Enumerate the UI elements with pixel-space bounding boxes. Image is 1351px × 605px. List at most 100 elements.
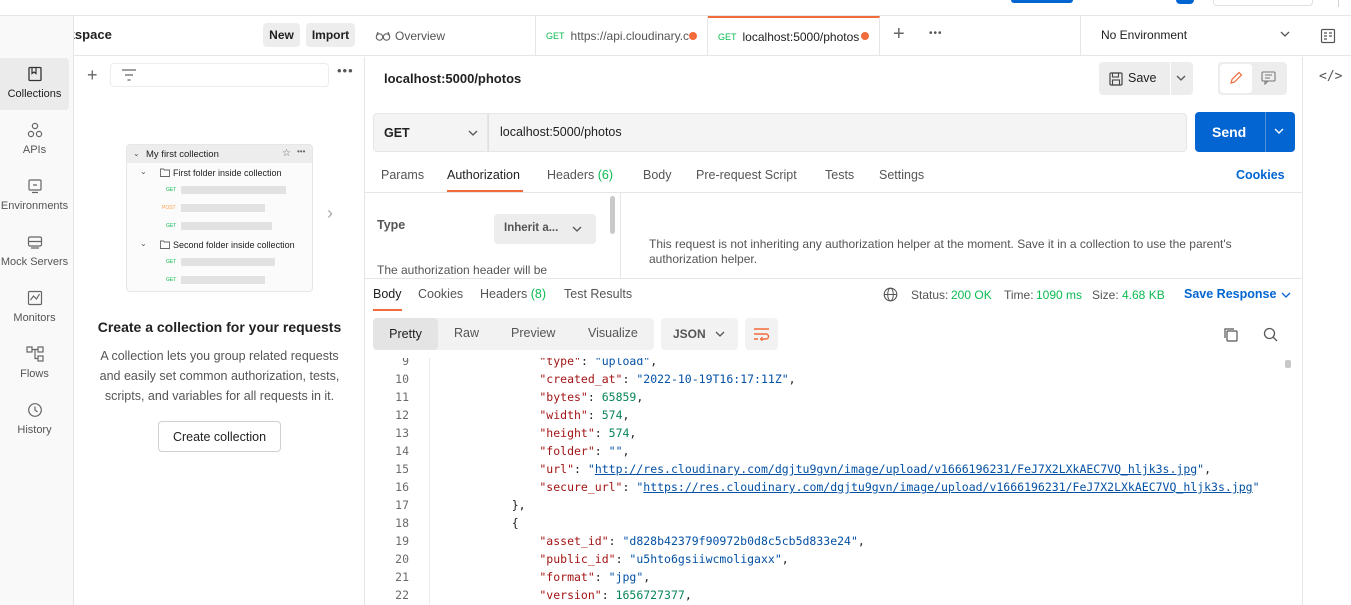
save-label: Save [1128,71,1157,85]
environment-select[interactable]: No Environment [1081,16,1302,56]
view-visualize[interactable]: Visualize [588,326,638,340]
environment-quick-look-icon[interactable] [1320,28,1336,44]
view-pretty[interactable]: Pretty [373,318,438,350]
tab-params[interactable]: Params [381,168,424,182]
code-line: 19 "asset_id": "d828b42379f90972b0d8c5cb… [365,534,1265,552]
apis-icon [27,122,42,138]
code-token: 65859 [601,390,637,404]
overview-icon [375,31,391,41]
response-tab-headers[interactable]: Headers (8) [480,287,546,301]
tab-body[interactable]: Body [643,168,672,182]
search-icon[interactable] [1263,327,1278,342]
rail-item-monitors[interactable]: Monitors [0,282,69,334]
tab-localhost-photos[interactable]: GET localhost:5000/photos [708,16,880,56]
code-token: : [594,570,609,584]
tab-tests[interactable]: Tests [825,168,854,182]
response-tab-cookies[interactable]: Cookies [418,287,463,301]
tab-pre-request-script[interactable]: Pre-request Script [696,168,797,182]
more-tabs-icon[interactable]: ••• [929,28,943,39]
copy-icon[interactable] [1223,327,1238,342]
star-icon: ☆ [282,148,291,159]
response-tab-test-results[interactable]: Test Results [564,287,632,301]
code-token: : [615,552,630,566]
tab-cloudinary[interactable]: GET https://api.cloudinary.c [536,16,708,56]
tab-headers[interactable]: Headers (6) [547,168,613,182]
code-text: "url": "http://res.cloudinary.com/dgjtu9… [484,462,1211,476]
code-token: "format" [484,570,595,584]
rail-item-mock-servers[interactable]: Mock Servers [0,226,69,278]
chevron-down-icon[interactable] [1274,128,1284,135]
tab-authorization[interactable]: Authorization [447,168,520,182]
view-raw[interactable]: Raw [454,326,479,340]
method-get: GET [166,259,177,265]
tab-settings[interactable]: Settings [879,168,924,182]
rail-item-history[interactable]: History [0,394,69,446]
header-search-partial[interactable] [1213,0,1313,6]
code-link[interactable]: https://res.cloudinary.com/dgjtu9gvn/ima… [643,480,1252,494]
view-preview[interactable]: Preview [511,326,555,340]
add-collection-icon[interactable]: + [87,66,98,84]
tab-headers-label: Headers [547,168,595,182]
cookies-link[interactable]: Cookies [1236,168,1285,182]
tab-overview[interactable]: Overview [365,16,536,56]
more-options-icon[interactable]: ••• [337,63,354,78]
view-switcher: Pretty Raw Preview Visualize [373,318,654,350]
code-snippet-icon[interactable]: </> [1319,69,1342,84]
response-body-code[interactable]: 9 "type": "upload", 10 "created_at": "202… [365,358,1281,605]
code-token: "height" [484,426,595,440]
collections-search-input[interactable] [110,63,329,87]
placeholder-bar [181,186,286,194]
create-collection-button[interactable]: Create collection [158,421,281,452]
new-tab-button[interactable]: + [893,24,905,44]
globe-icon[interactable] [883,287,898,302]
response-tab-body[interactable]: Body [373,287,402,301]
code-token: "asset_id" [484,534,609,548]
folder-icon [160,240,170,249]
request-name[interactable]: localhost:5000/photos [384,71,521,86]
illustration-folder-2: Second folder inside collection [173,240,295,250]
code-token: , [629,426,637,440]
code-token: "upload" [594,358,651,368]
comment-icon[interactable] [1261,71,1276,85]
chevron-down-icon: ⌄ [140,239,147,248]
avatar[interactable] [1176,0,1194,4]
line-number: 21 [395,570,409,584]
rail-item-environments[interactable]: Environments [0,170,69,222]
unsaved-dot [689,32,697,40]
url-input[interactable]: localhost:5000/photos [488,113,1187,152]
mock-servers-icon [27,236,42,249]
rail-item-apis[interactable]: APIs [0,114,69,166]
code-text: "type": "upload", [484,358,657,368]
code-token: "secure_url" [484,480,623,494]
edit-mode-button[interactable] [1220,64,1252,93]
rail-item-collections[interactable]: Collections [0,58,69,110]
code-token: "type" [484,358,581,368]
code-token: , [622,408,630,422]
rail-label: Mock Servers [0,256,69,268]
code-token: : [622,372,637,386]
code-link[interactable]: http://res.cloudinary.com/dgjtu9gvn/imag… [595,462,1197,476]
format-select[interactable]: JSON [661,318,738,350]
wrap-lines-button[interactable] [745,318,778,350]
code-token: "width" [484,408,588,422]
code-scrollbar[interactable] [1285,360,1291,368]
header-button-partial[interactable] [1011,0,1073,3]
collection-illustration: My first collection ⌄ ☆ ••• ⌄ First fold… [126,144,313,292]
save-response-button[interactable]: Save Response [1184,287,1294,303]
more-icon: ••• [297,147,306,156]
auth-scrollbar[interactable] [610,196,615,234]
send-button[interactable]: Send [1195,112,1295,152]
new-button[interactable]: New [263,23,300,47]
save-button[interactable]: Save [1099,62,1193,95]
code-token: , [622,444,630,458]
auth-message: This request is not inheriting any autho… [649,237,1232,266]
code-token: "u5hto6gsiiwcmoligaxx" [629,552,782,566]
code-token: , [650,358,658,368]
method-select[interactable]: GET [373,113,488,152]
auth-type-select[interactable]: Inherit a... [494,214,596,244]
rail-item-flows[interactable]: Flows [0,338,69,390]
chevron-down-icon [1280,31,1290,37]
tab-label: Overview [395,29,446,43]
import-button[interactable]: Import [306,23,355,47]
code-token: : [594,426,609,440]
